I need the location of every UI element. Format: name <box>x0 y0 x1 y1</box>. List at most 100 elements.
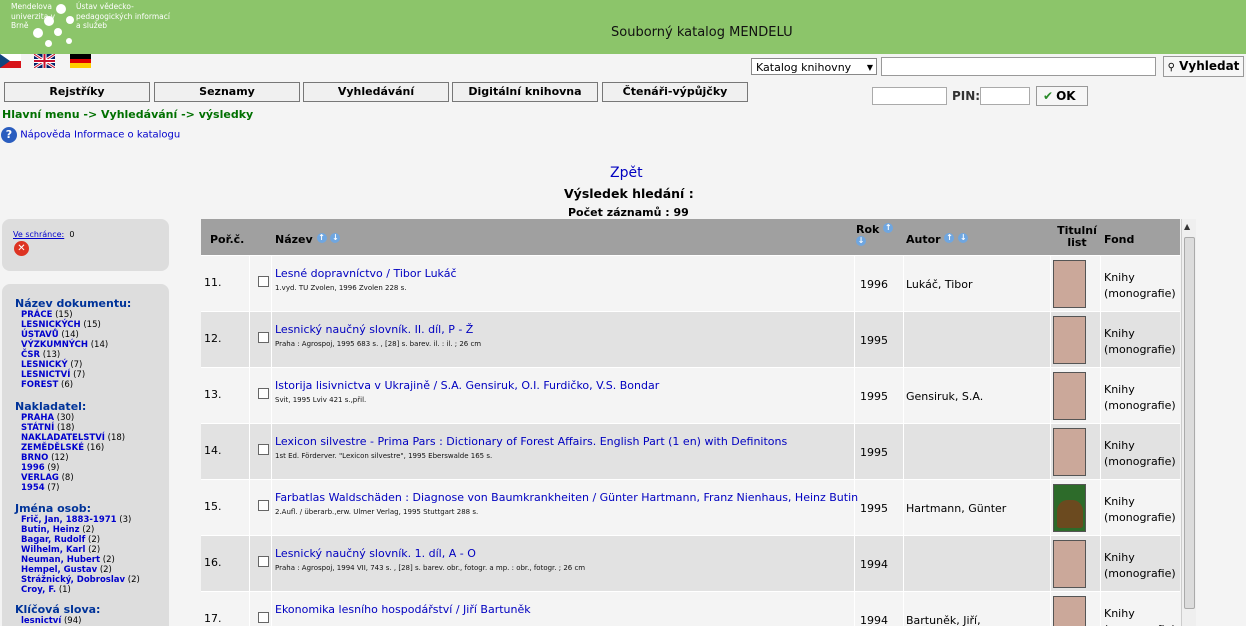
facet-link[interactable]: LESNICKÝ <box>21 360 68 370</box>
catalog-select[interactable]: Katalog knihovny ▼ <box>751 58 877 75</box>
select-checkbox[interactable] <box>258 388 269 399</box>
record-fond: Knihy (monografie) <box>1104 271 1176 300</box>
sort-desc-icon[interactable]: ↓ <box>330 233 341 243</box>
record-year: 1995 <box>860 334 888 347</box>
facet-link[interactable]: ČSR <box>21 350 40 360</box>
catalog-info-link[interactable]: Informace o katalogu <box>74 130 180 141</box>
facet-link[interactable]: Hempel, Gustav <box>21 565 97 575</box>
cover-thumbnail[interactable] <box>1053 484 1086 532</box>
column-divider <box>854 536 855 591</box>
cover-thumbnail[interactable] <box>1053 540 1086 588</box>
sort-asc-icon[interactable]: ↑ <box>883 223 894 233</box>
results-scrollbar[interactable]: ▲ <box>1181 219 1196 626</box>
basket-link[interactable]: Ve schránce: <box>13 230 64 239</box>
facet-link[interactable]: Frič, Jan, 1883-1971 <box>21 515 117 525</box>
facet-link[interactable]: VÝZKUMNÝCH <box>21 340 88 350</box>
facet-link[interactable]: PRAHA <box>21 413 54 423</box>
select-checkbox[interactable] <box>258 276 269 287</box>
record-title-link[interactable]: Lesnický naučný slovník. 1. díl, A - O <box>275 547 476 560</box>
facet-link[interactable]: VERLAG <box>21 473 59 483</box>
facet-count: (16) <box>86 443 105 453</box>
facet-link[interactable]: lesnictví <box>21 616 61 626</box>
column-divider <box>903 536 904 591</box>
sort-desc-icon[interactable]: ↓ <box>958 233 969 243</box>
scrollbar-thumb[interactable] <box>1184 237 1195 609</box>
help-icon[interactable]: ? <box>1 127 17 143</box>
select-checkbox[interactable] <box>258 332 269 343</box>
menu-vyhledavani[interactable]: Vyhledávání <box>303 82 449 102</box>
clear-basket-icon[interactable]: ✕ <box>14 241 29 256</box>
login-ok-button[interactable]: ✔ OK <box>1036 86 1088 106</box>
search-button-label: Vyhledat <box>1179 59 1240 73</box>
university-logo[interactable]: Mendelova univerzita v Brně Ústav vědeck… <box>0 0 176 54</box>
cz-flag-icon[interactable] <box>0 54 21 68</box>
search-input[interactable] <box>881 57 1156 76</box>
reader-id-input[interactable] <box>872 87 947 105</box>
facet-link[interactable]: Strážnický, Dobroslav <box>21 575 125 585</box>
menu-rejstriky[interactable]: Rejstříky <box>4 82 150 102</box>
record-title-link[interactable]: Farbatlas Waldschäden : Diagnose von Bau… <box>275 491 858 504</box>
facet-count: (14) <box>90 340 109 350</box>
select-checkbox[interactable] <box>258 444 269 455</box>
col-header-author: Autor ↑ ↓ <box>906 233 969 246</box>
facet-link[interactable]: Wilhelm, Karl <box>21 545 85 555</box>
facet-item: Hempel, Gustav (2) <box>15 565 140 575</box>
facet-link[interactable]: ZEMĚDĚLSKÉ <box>21 443 84 453</box>
search-button[interactable]: ⚲ Vyhledat <box>1163 56 1244 77</box>
record-title-link[interactable]: Lesnický naučný slovník. II. díl, P - Ž <box>275 323 473 336</box>
scroll-up-icon[interactable]: ▲ <box>1184 222 1190 231</box>
chevron-down-icon: ▼ <box>866 63 873 72</box>
cover-thumbnail[interactable] <box>1053 428 1086 476</box>
select-checkbox[interactable] <box>258 612 269 623</box>
facet-link[interactable]: ÚSTAVŮ <box>21 330 59 340</box>
record-title-link[interactable]: Istorija lisivnictva v Ukrajině / S.A. G… <box>275 379 659 392</box>
record-title-link[interactable]: Lesné dopravníctvo / Tibor Lukáč <box>275 267 457 280</box>
table-row: 12. Lesnický naučný slovník. II. díl, P -… <box>201 311 1180 367</box>
facet-link[interactable]: Bagar, Rudolf <box>21 535 85 545</box>
search-icon: ⚲ <box>1167 62 1175 73</box>
facet-count: (7) <box>70 360 83 370</box>
menu-digitalni-knihovna[interactable]: Digitální knihovna <box>452 82 598 102</box>
pin-input[interactable] <box>980 87 1030 105</box>
facet-heading: Nakladatel: <box>15 400 87 413</box>
menu-seznamy[interactable]: Seznamy <box>154 82 300 102</box>
select-checkbox[interactable] <box>258 556 269 567</box>
facet-link[interactable]: Butin, Heinz <box>21 525 80 535</box>
facet-link[interactable]: BRNO <box>21 453 48 463</box>
facet-item: Butin, Heinz (2) <box>15 525 140 535</box>
cover-thumbnail[interactable] <box>1053 316 1086 364</box>
table-header: Poř.č. Název ↑ ↓ Rok ↑ ↓ Autor ↑ ↓ Titul… <box>201 219 1180 255</box>
column-divider <box>1050 312 1051 367</box>
facet-count: (3) <box>119 515 132 525</box>
cover-thumbnail[interactable] <box>1053 260 1086 308</box>
cover-thumbnail[interactable] <box>1053 372 1086 420</box>
uk-flag-icon[interactable] <box>34 54 55 68</box>
facet-link[interactable]: FOREST <box>21 380 58 390</box>
facet-heading: Jména osob: <box>15 502 92 515</box>
facet-link[interactable]: STÁTNÍ <box>21 423 54 433</box>
facet-link[interactable]: NAKLADATELSTVÍ <box>21 433 105 443</box>
sort-desc-icon[interactable]: ↓ <box>856 236 866 246</box>
table-row: 11. Lesné dopravníctvo / Tibor Lukáč 1.vyd… <box>201 255 1180 311</box>
menu-ctenari-vypujcky[interactable]: Čtenáři-výpůjčky <box>602 82 748 102</box>
facet-link[interactable]: 1996 <box>21 463 45 473</box>
help-link[interactable]: Nápověda <box>20 130 71 141</box>
de-flag-icon[interactable] <box>70 54 91 68</box>
record-title-link[interactable]: Lexicon silvestre - Prima Pars : Diction… <box>275 435 787 448</box>
record-details: 1.vyd. TU Zvolen, 1996 Zvolen 228 s. <box>275 284 407 292</box>
sort-asc-icon[interactable]: ↑ <box>944 233 955 243</box>
facet-link[interactable]: Neuman, Hubert <box>21 555 100 565</box>
back-link[interactable]: Zpět <box>610 165 643 181</box>
select-checkbox[interactable] <box>258 500 269 511</box>
facet-count: (14) <box>61 330 79 340</box>
breadcrumb[interactable]: Hlavní menu -> Vyhledávání -> výsledky <box>2 108 253 121</box>
sort-asc-icon[interactable]: ↑ <box>316 233 327 243</box>
cover-thumbnail[interactable] <box>1053 596 1086 626</box>
facet-link[interactable]: PRÁCE <box>21 310 52 320</box>
facet-link[interactable]: 1954 <box>21 483 45 493</box>
facet-link[interactable]: LESNICKÝCH <box>21 320 81 330</box>
facet-link[interactable]: LESNICTVÍ <box>21 370 70 380</box>
col-header-fond: Fond <box>1104 233 1135 246</box>
record-title-link[interactable]: Ekonomika lesního hospodářství / Jiří Ba… <box>275 603 531 616</box>
facet-link[interactable]: Croy, F. <box>21 585 56 595</box>
